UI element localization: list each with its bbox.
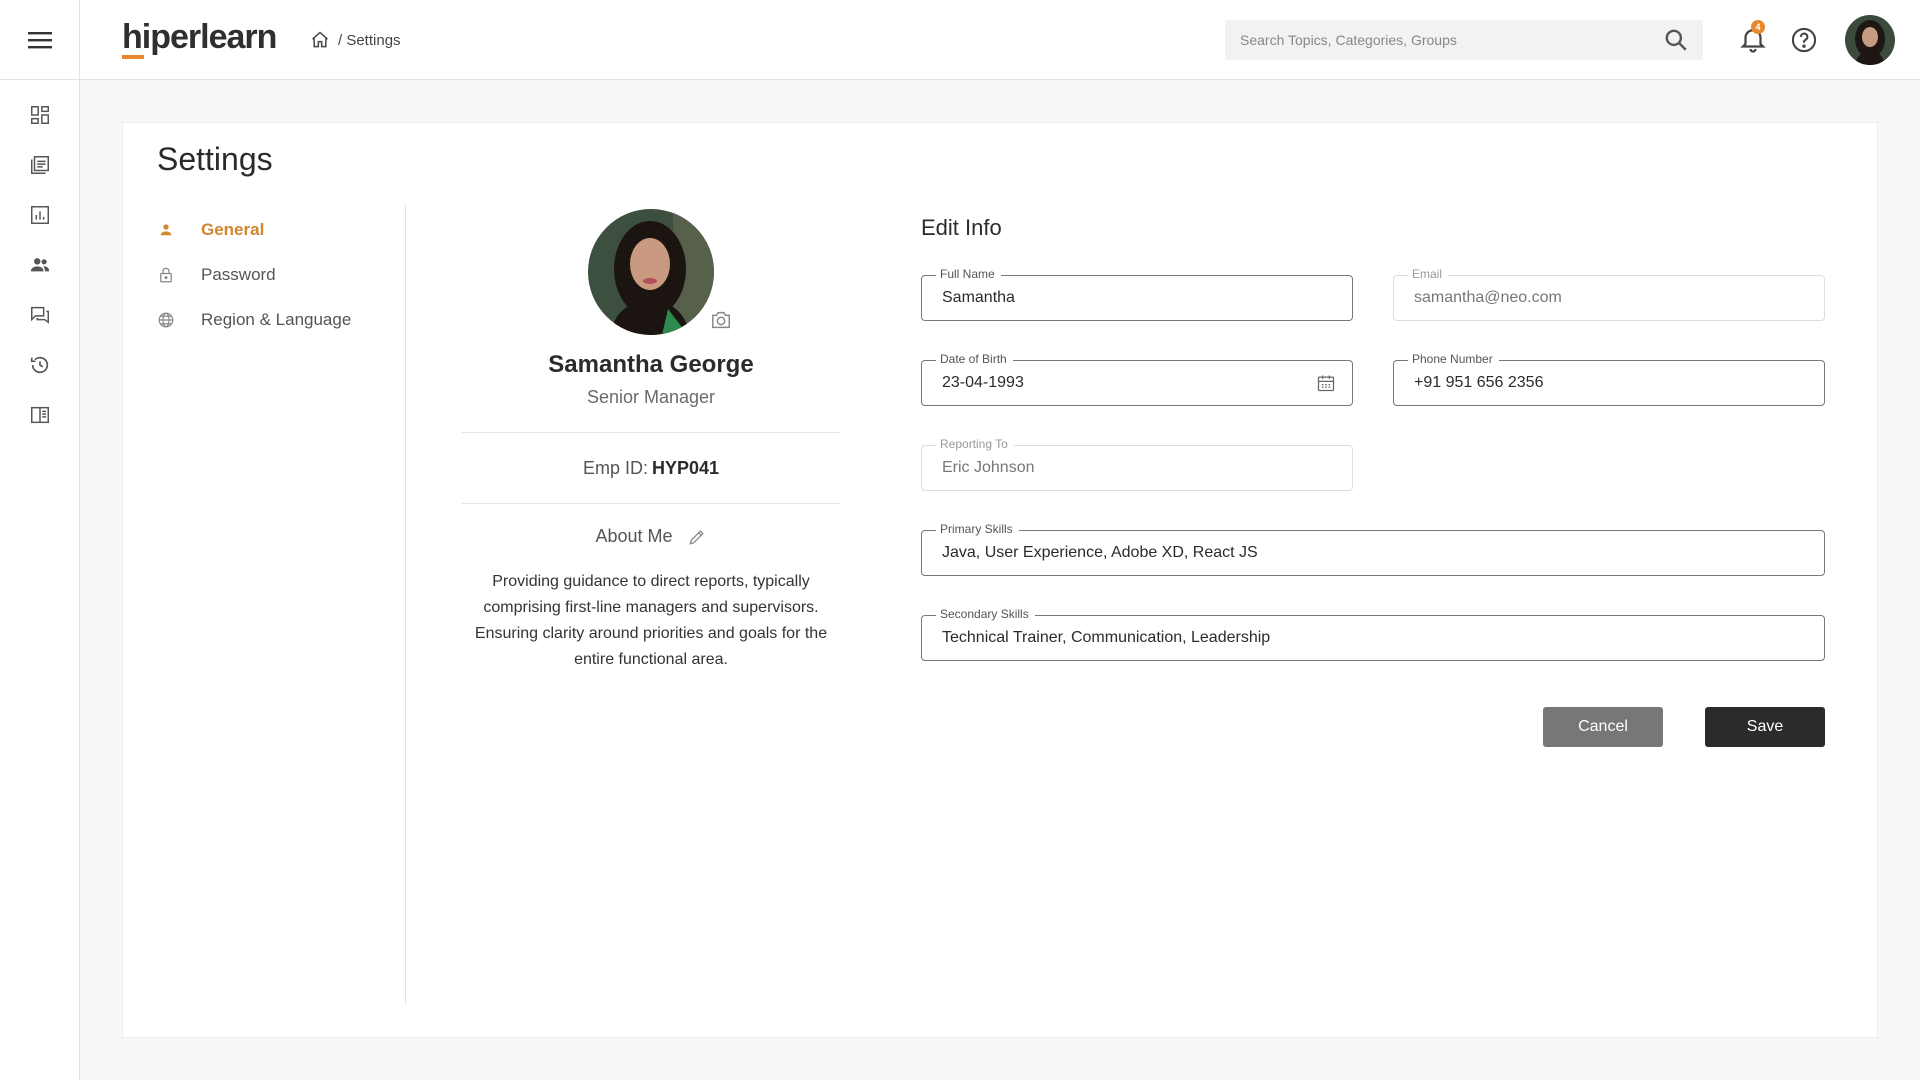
sidebar-item-history[interactable]: [0, 340, 80, 390]
notification-count-badge: 4: [1751, 20, 1765, 34]
lock-icon: [160, 267, 172, 282]
hamburger-menu-button[interactable]: [0, 0, 80, 80]
menu-icon: [28, 31, 52, 48]
camera-icon[interactable]: [710, 309, 732, 331]
vertical-divider: [405, 205, 406, 1005]
profile-photo-icon: [588, 209, 714, 335]
edit-info-title: Edit Info: [921, 215, 1002, 240]
secondary-skills-input[interactable]: [922, 616, 1824, 660]
globe-icon: [158, 312, 174, 327]
users-icon: [30, 258, 50, 272]
primary-skills-input[interactable]: [922, 531, 1824, 575]
email-input: [1394, 276, 1824, 320]
full-name-field: Full Name: [921, 267, 1353, 321]
full-name-input[interactable]: [922, 276, 1352, 320]
sidebar: [0, 0, 80, 1080]
save-button[interactable]: Save: [1705, 707, 1825, 747]
primary-skills-field: Primary Skills: [921, 522, 1825, 576]
home-icon[interactable]: [310, 30, 330, 50]
hiperlearn-logo[interactable]: hiperlearn: [122, 18, 277, 59]
history-icon: [30, 356, 49, 374]
profile-avatar-wrap: [588, 209, 730, 335]
top-bar: hiperlearn / Settings 4: [80, 0, 1920, 80]
secondary-skills-field: Secondary Skills: [921, 607, 1825, 661]
search-icon[interactable]: [1663, 27, 1689, 53]
date-of-birth-input[interactable]: [922, 361, 1352, 405]
phone-number-input[interactable]: [1394, 361, 1824, 405]
user-avatar[interactable]: [1845, 15, 1895, 65]
settings-nav-general[interactable]: General: [157, 207, 377, 252]
profile-panel: Samantha George Senior Manager Emp ID: HY…: [461, 209, 841, 673]
sidebar-item-reports[interactable]: [0, 190, 80, 240]
employee-id: Emp ID: HYP041: [582, 457, 720, 478]
settings-nav-region-language[interactable]: Region & Language: [157, 297, 377, 342]
sidebar-item-courses[interactable]: [0, 140, 80, 190]
calendar-icon[interactable]: [1316, 373, 1336, 393]
discussions-icon: [31, 306, 49, 324]
reporting-to-input: [922, 446, 1352, 490]
courses-icon: [31, 156, 49, 174]
edit-pencil-icon[interactable]: [687, 527, 707, 547]
profile-role: Senior Manager: [586, 387, 716, 407]
date-of-birth-field: Date of Birth: [921, 352, 1353, 406]
sidebar-nav: [0, 80, 80, 440]
settings-nav-password[interactable]: Password: [157, 252, 377, 297]
cancel-button[interactable]: Cancel: [1543, 707, 1663, 747]
profile-avatar: [588, 209, 714, 335]
about-me-text: Providing guidance to direct reports, ty…: [474, 573, 828, 668]
library-icon: [31, 406, 49, 424]
profile-name: Samantha George: [548, 351, 754, 378]
search-box: [1225, 20, 1703, 60]
page-title: Settings: [157, 141, 273, 177]
sidebar-item-dashboard[interactable]: [0, 90, 80, 140]
person-icon: [160, 223, 172, 235]
email-field: Email: [1393, 267, 1825, 321]
settings-card: Settings General Password Region & Langu…: [122, 122, 1878, 1038]
help-icon[interactable]: [1790, 26, 1818, 54]
settings-nav: General Password Region & Language: [157, 207, 377, 342]
divider: [462, 503, 840, 504]
about-me-heading: About Me: [461, 526, 841, 547]
reports-icon: [31, 206, 49, 224]
sidebar-item-discussions[interactable]: [0, 290, 80, 340]
sidebar-item-users[interactable]: [0, 240, 80, 290]
dashboard-icon: [31, 106, 49, 124]
reporting-to-field: Reporting To: [921, 437, 1353, 491]
sidebar-item-library[interactable]: [0, 390, 80, 440]
avatar-photo-icon: [1845, 15, 1895, 65]
search-input[interactable]: [1225, 20, 1663, 60]
breadcrumb: / Settings: [310, 30, 401, 50]
phone-number-field: Phone Number: [1393, 352, 1825, 406]
breadcrumb-current: / Settings: [338, 31, 401, 49]
